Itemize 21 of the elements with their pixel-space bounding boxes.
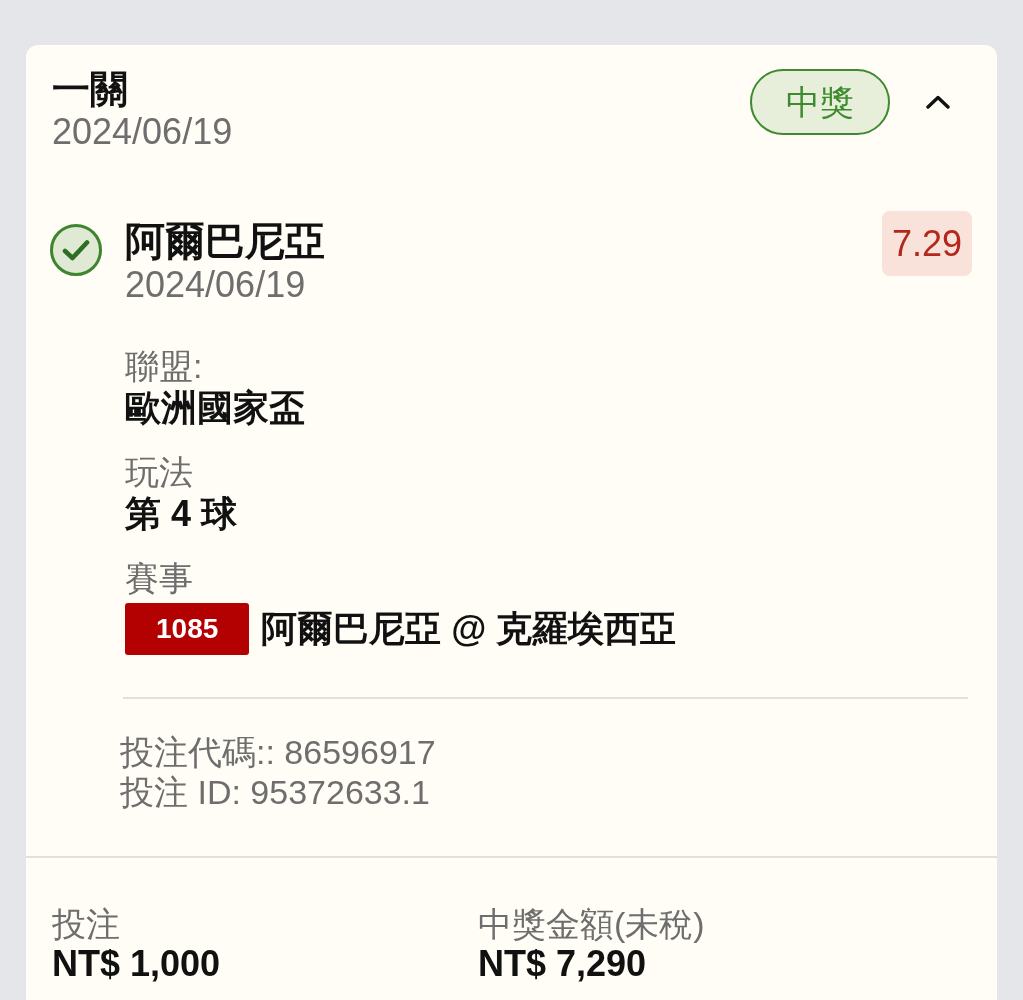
- check-circle-icon: [50, 224, 102, 276]
- field-label: 玩法: [125, 452, 193, 493]
- selection-name: 阿爾巴尼亞: [125, 218, 325, 264]
- field-value: 第 4 球: [125, 493, 238, 535]
- field-label: 賽事: [125, 558, 193, 599]
- summary-amount: NT$ 1,000: [52, 944, 221, 984]
- match-teams: 阿爾巴尼亞 @ 克羅埃西亞: [261, 607, 677, 651]
- match-number: 1085: [125, 603, 250, 655]
- odds-value: 7.29: [881, 211, 972, 276]
- bet-id-text: 投注代碼:: 86596917: [120, 732, 436, 772]
- summary-label: 中獎金額(未稅): [478, 904, 705, 944]
- bet-type-title: 一關: [52, 67, 128, 111]
- bet-id-text: 投注 ID: 95372633.1: [120, 772, 430, 812]
- field-value: 歐洲國家盃: [125, 387, 305, 429]
- summary-label: 投注: [52, 904, 120, 944]
- field-label: 聯盟:: [125, 346, 203, 387]
- bet-date: 2024/06/19: [52, 111, 233, 153]
- selection-date: 2024/06/19: [125, 264, 306, 306]
- summary-amount: NT$ 7,290: [478, 944, 647, 984]
- chevron-up-icon[interactable]: [926, 95, 950, 109]
- status-badge: 中獎: [750, 69, 890, 135]
